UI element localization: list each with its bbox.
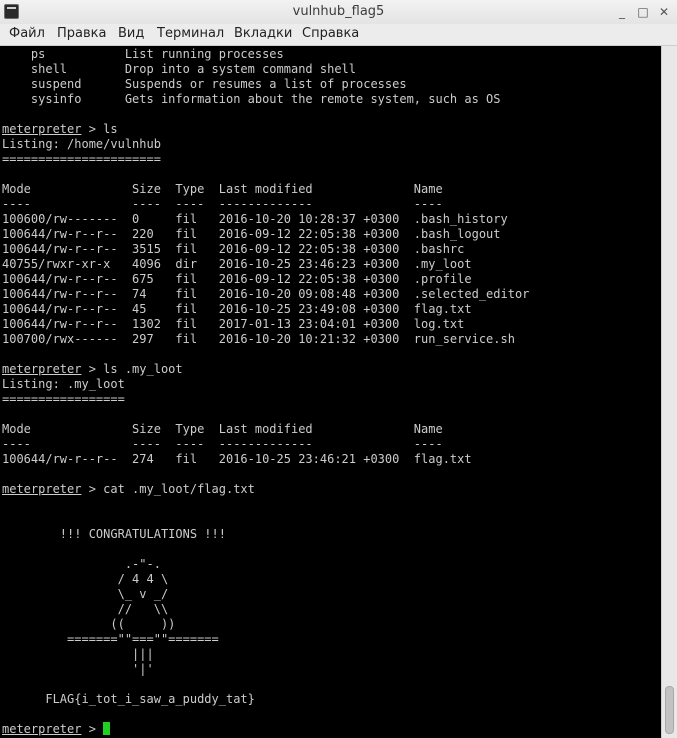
terminal-line: // \\	[2, 602, 169, 616]
menu-tabs[interactable]: Вкладки	[234, 26, 292, 41]
prompt-label: meterpreter	[2, 122, 82, 136]
terminal-output[interactable]: ps List running processes shell Drop int…	[0, 46, 661, 738]
terminal-line: meterpreter >	[2, 722, 111, 737]
terminal-line: Listing: .my_loot	[2, 377, 125, 391]
terminal-line: '|'	[2, 662, 154, 676]
terminal-line: ps List running processes	[2, 47, 284, 61]
menu-terminal[interactable]: Терминал	[157, 26, 224, 41]
terminal-line: 100644/rw-r--r-- 220 fil 2016-09-12 22:0…	[2, 227, 501, 241]
terminal-line: Mode Size Type Last modified Name	[2, 182, 443, 196]
terminal-line: 100644/rw-r--r-- 274 fil 2016-10-25 23:4…	[2, 452, 472, 466]
terminal-line: 100644/rw-r--r-- 3515 fil 2016-09-12 22:…	[2, 242, 465, 256]
close-icon[interactable]: ✕	[655, 3, 673, 21]
vertical-scrollbar[interactable]	[661, 46, 677, 738]
terminal-line: 100644/rw-r--r-- 1302 fil 2017-01-13 23:…	[2, 317, 465, 331]
terminal-line: 100644/rw-r--r-- 675 fil 2016-09-12 22:0…	[2, 272, 472, 286]
menu-bar: Файл Правка Вид Терминал Вкладки Справка	[0, 24, 677, 46]
terminal-line: =================	[2, 392, 125, 406]
terminal-line: Listing: /home/vulnhub	[2, 137, 161, 151]
terminal-line: 100700/rwx------ 297 fil 2016-10-20 10:2…	[2, 332, 515, 346]
text-cursor	[103, 722, 111, 735]
terminal-window: vulnhub_flag5 _ □ ✕ Файл Правка Вид Терм…	[0, 0, 677, 738]
terminal-line: shell Drop into a system command shell	[2, 62, 357, 76]
minimize-icon[interactable]: _	[613, 3, 631, 21]
terminal-line: =======""===""=======	[2, 632, 219, 646]
terminal-line: suspend Suspends or resumes a list of pr…	[2, 77, 407, 91]
terminal-line: 100644/rw-r--r-- 74 fil 2016-10-20 09:08…	[2, 287, 530, 301]
terminal-line: ---- ---- ---- ------------- ----	[2, 437, 443, 451]
terminal-line: (( ))	[2, 617, 176, 631]
terminal-line: FLAG{i_tot_i_saw_a_puddy_tat}	[2, 692, 255, 706]
terminal-line: sysinfo Gets information about the remot…	[2, 92, 501, 106]
window-title: vulnhub_flag5	[292, 4, 385, 19]
terminal-line: .-"-.	[2, 557, 161, 571]
terminal-line: 40755/rwxr-xr-x 4096 dir 2016-10-25 23:4…	[2, 257, 472, 271]
prompt-label: meterpreter	[2, 362, 82, 376]
terminal-line: !!! CONGRATULATIONS !!!	[2, 527, 226, 541]
terminal-line: meterpreter > ls	[2, 122, 118, 136]
terminal-line: meterpreter > ls .my_loot	[2, 362, 183, 376]
terminal-line: |||	[2, 647, 154, 661]
scrollbar-thumb[interactable]	[665, 686, 674, 734]
prompt-label: meterpreter	[2, 722, 82, 736]
terminal-line: ======================	[2, 152, 161, 166]
maximize-icon[interactable]: □	[634, 3, 652, 21]
menu-view[interactable]: Вид	[118, 26, 144, 41]
menu-help[interactable]: Справка	[302, 26, 359, 41]
terminal-line: 100644/rw-r--r-- 45 fil 2016-10-25 23:49…	[2, 302, 472, 316]
prompt-label: meterpreter	[2, 482, 82, 496]
terminal-line: 100600/rw------- 0 fil 2016-10-20 10:28:…	[2, 212, 508, 226]
terminal-line: \_ v _/	[2, 587, 169, 601]
terminal-line: ---- ---- ---- ------------- ----	[2, 197, 443, 211]
title-bar[interactable]: vulnhub_flag5 _ □ ✕	[0, 0, 677, 25]
menu-file[interactable]: Файл	[9, 26, 45, 41]
menu-edit[interactable]: Правка	[57, 26, 106, 41]
terminal-line: Mode Size Type Last modified Name	[2, 422, 443, 436]
terminal-line: meterpreter > cat .my_loot/flag.txt	[2, 482, 255, 496]
terminal-line: / 4 4 \	[2, 572, 169, 586]
